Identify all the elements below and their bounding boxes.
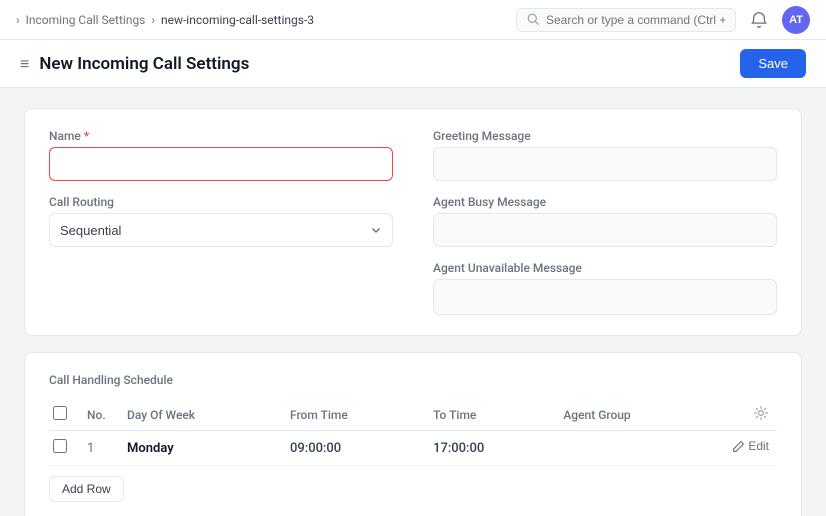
breadcrumb-arrow: › [16,13,20,27]
search-input[interactable] [546,13,725,27]
th-from-time: From Time [282,399,425,431]
schedule-table: No. Day Of Week From Time To Time Agent … [49,399,777,466]
pencil-icon [732,440,745,453]
edit-row-button[interactable]: Edit [732,439,769,453]
agent-unavailable-group: Agent Unavailable Message [433,261,777,315]
th-checkbox [49,399,79,431]
call-routing-select[interactable]: Sequential Round Robin Simultaneous [49,213,393,247]
greeting-message-group: Greeting Message [433,129,777,181]
row-day: Monday [119,431,282,466]
page-title: New Incoming Call Settings [39,54,249,74]
top-nav: › Incoming Call Settings › new-incoming-… [0,0,826,40]
form-card: Name * Call Routing Sequential Round Rob… [24,108,802,336]
name-label: Name * [49,129,393,143]
page-header-left: ≡ New Incoming Call Settings [20,54,249,74]
row-checkbox-cell [49,431,79,466]
agent-busy-input[interactable] [433,213,777,247]
breadcrumb-separator: › [151,13,155,27]
row-from-time: 09:00:00 [282,431,425,466]
th-no: No. [79,399,119,431]
save-button[interactable]: Save [740,49,806,78]
nav-right: AT [516,6,810,34]
row-to-time: 17:00:00 [425,431,555,466]
row-edit-cell: Edit [717,431,777,466]
form-grid: Name * Call Routing Sequential Round Rob… [49,129,777,315]
agent-unavailable-textarea[interactable] [433,279,777,315]
row-number: 1 [79,431,119,466]
breadcrumb-current: new-incoming-call-settings-3 [161,13,314,27]
th-to-time: To Time [425,399,555,431]
agent-busy-group: Agent Busy Message [433,195,777,247]
schedule-section-label: Call Handling Schedule [49,373,777,387]
row-agent-group [555,431,717,466]
bell-icon [750,11,768,29]
breadcrumb-parent[interactable]: Incoming Call Settings [26,13,146,27]
greeting-message-label: Greeting Message [433,129,777,143]
page-header: ≡ New Incoming Call Settings Save [0,40,826,88]
th-day-of-week: Day Of Week [119,399,282,431]
search-box[interactable] [516,8,736,32]
agent-unavailable-label: Agent Unavailable Message [433,261,777,275]
breadcrumb: › Incoming Call Settings › new-incoming-… [16,13,314,27]
th-agent-group: Agent Group [555,399,717,431]
name-field-group: Name * [49,129,393,181]
agent-busy-label: Agent Busy Message [433,195,777,209]
add-row-button[interactable]: Add Row [49,476,124,502]
select-all-checkbox[interactable] [53,406,67,420]
main-content: Name * Call Routing Sequential Round Rob… [0,88,826,516]
greeting-message-input[interactable] [433,147,777,181]
hamburger-icon[interactable]: ≡ [20,54,29,74]
table-row: 1 Monday 09:00:00 17:00:00 Edit [49,431,777,466]
call-routing-label: Call Routing [49,195,393,209]
schedule-card: Call Handling Schedule No. Day Of Week F… [24,352,802,516]
call-routing-group: Call Routing Sequential Round Robin Simu… [49,195,393,247]
notification-bell-button[interactable] [746,7,772,33]
search-icon [527,13,540,26]
name-input[interactable] [49,147,393,181]
th-gear [717,399,777,431]
row-checkbox[interactable] [53,439,67,453]
gear-icon [753,405,769,421]
avatar-button[interactable]: AT [782,6,810,34]
